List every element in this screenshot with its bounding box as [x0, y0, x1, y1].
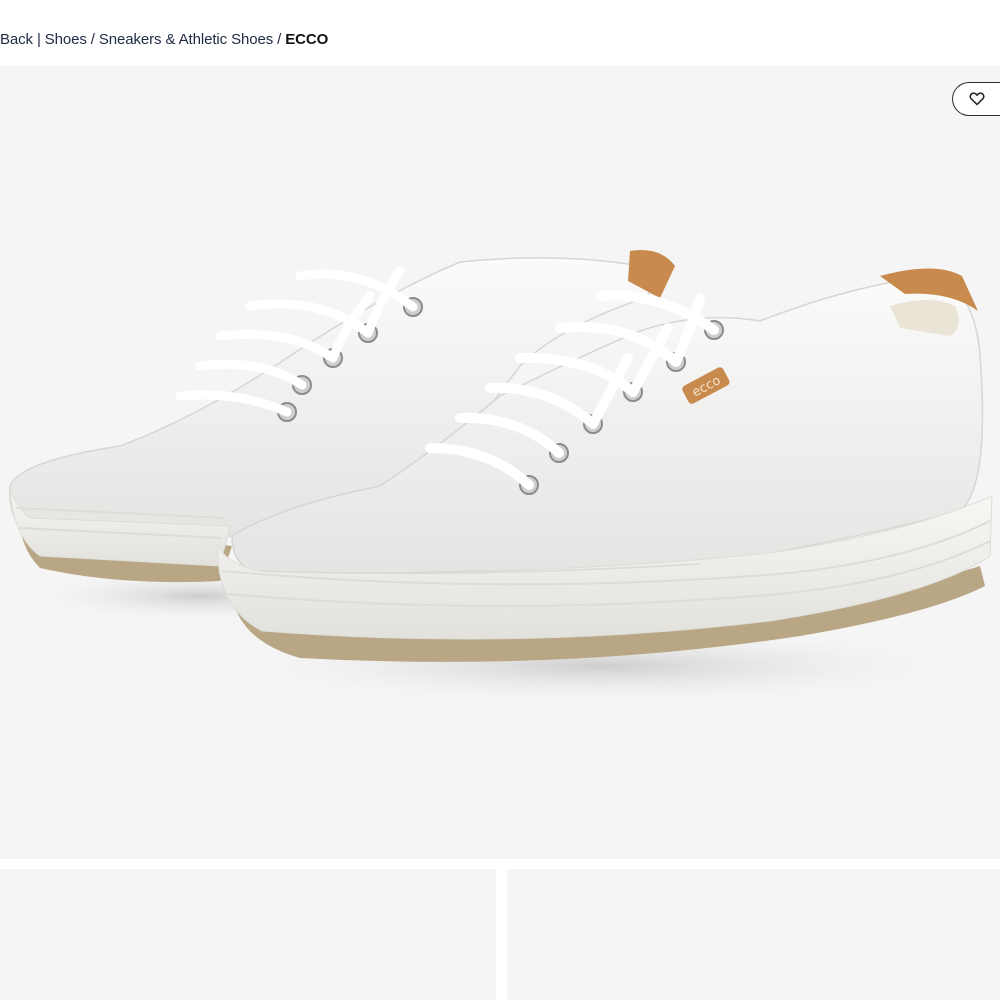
- breadcrumb-item-shoes[interactable]: Shoes: [45, 31, 87, 48]
- breadcrumb-item-brand[interactable]: ECCO: [285, 31, 328, 48]
- back-link[interactable]: Back: [0, 31, 33, 48]
- breadcrumb-separator: /: [277, 30, 282, 48]
- heart-outline-icon: [968, 92, 985, 106]
- breadcrumb-separator: /: [90, 30, 95, 48]
- breadcrumb-item-sneakers[interactable]: Sneakers & Athletic Shoes: [99, 31, 273, 48]
- product-page: Back | Shoes / Sneakers & Athletic Shoes…: [0, 0, 1000, 1000]
- breadcrumb-divider: |: [36, 30, 41, 48]
- sneaker-pair-image: ecco: [9, 250, 993, 706]
- main-product-image[interactable]: ecco: [0, 66, 1000, 859]
- breadcrumb: Back | Shoes / Sneakers & Athletic Shoes…: [0, 28, 328, 50]
- product-thumbnail[interactable]: [0, 869, 496, 1000]
- add-to-favorites-button[interactable]: [952, 82, 1000, 116]
- product-thumbnail[interactable]: [507, 869, 1000, 1000]
